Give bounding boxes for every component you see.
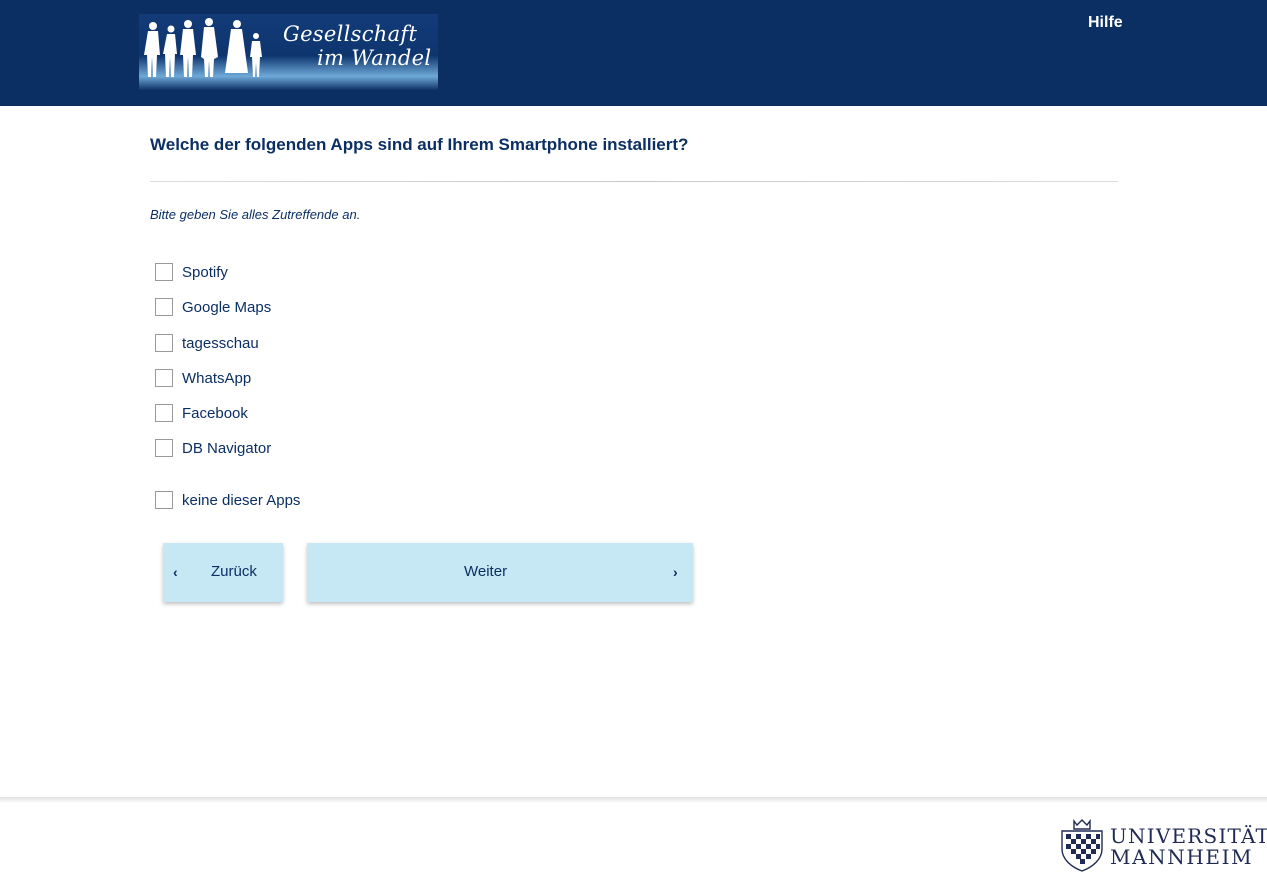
checkbox[interactable]	[155, 439, 173, 457]
back-button-label: Zurück	[211, 563, 257, 580]
logo-text-line2: MANNHEIM	[1110, 845, 1254, 869]
option-label: keine dieser Apps	[182, 491, 301, 509]
option-google-maps[interactable]: Google Maps	[155, 296, 271, 318]
help-link[interactable]: Hilfe	[1088, 14, 1123, 32]
logo-text-line1: UNIVERSITÄT	[1110, 824, 1267, 848]
option-label: Spotify	[182, 263, 228, 281]
logo-title-line2: im Wandel	[317, 46, 432, 70]
option-none[interactable]: keine dieser Apps	[155, 489, 300, 511]
chevron-left-icon: ‹	[173, 564, 178, 580]
divider	[150, 181, 1118, 182]
checkbox[interactable]	[155, 491, 173, 509]
gesellschaft-im-wandel-logo[interactable]: Gesellschaft im Wandel	[139, 14, 438, 90]
option-facebook[interactable]: Facebook	[155, 402, 248, 424]
option-label: WhatsApp	[182, 369, 252, 387]
back-button[interactable]: ‹ Zurück	[163, 543, 283, 602]
universitaet-mannheim-logo: UNIVERSITÄT MANNHEIM	[1056, 815, 1267, 873]
checkbox[interactable]	[155, 298, 173, 316]
option-label: Google Maps	[182, 298, 272, 316]
checkbox[interactable]	[155, 334, 173, 352]
chevron-right-icon: ›	[673, 564, 678, 580]
footer-divider	[0, 797, 1267, 803]
checkbox[interactable]	[155, 263, 173, 281]
option-label: DB Navigator	[182, 439, 272, 457]
question-title: Welche der folgenden Apps sind auf Ihrem…	[150, 135, 689, 154]
option-db-navigator[interactable]: DB Navigator	[155, 437, 271, 459]
header-bar: Gesellschaft im Wandel Hilfe	[0, 0, 1267, 106]
option-tagesschau[interactable]: tagesschau	[155, 332, 259, 354]
logo-title-line1: Gesellschaft	[283, 22, 418, 46]
checkbox[interactable]	[155, 404, 173, 422]
next-button[interactable]: Weiter ›	[307, 543, 693, 602]
university-crest-icon	[1061, 818, 1103, 872]
question-instruction: Bitte geben Sie alles Zutreffende an.	[150, 207, 361, 222]
checkbox[interactable]	[155, 369, 173, 387]
option-spotify[interactable]: Spotify	[155, 261, 228, 283]
next-button-label: Weiter	[464, 563, 508, 580]
option-whatsapp[interactable]: WhatsApp	[155, 367, 251, 389]
option-label: Facebook	[182, 404, 248, 422]
option-label: tagesschau	[182, 334, 259, 352]
